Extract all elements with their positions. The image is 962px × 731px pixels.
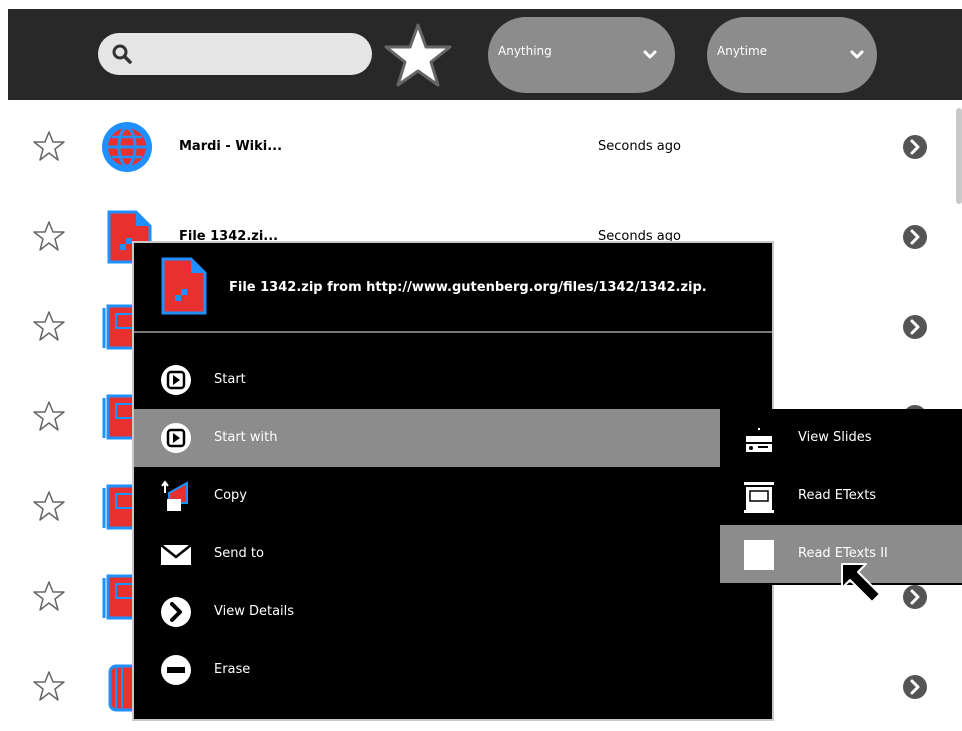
details-arrow-icon[interactable]: [902, 674, 928, 700]
star-icon[interactable]: [33, 310, 65, 342]
entry-palette: File 1342.zip from http://www.gutenberg.…: [134, 243, 772, 719]
submenu-item-label: Read ETexts II: [798, 546, 888, 561]
filter-when-combo[interactable]: Anytime: [707, 17, 877, 93]
star-icon[interactable]: [33, 580, 65, 612]
star-icon[interactable]: [33, 130, 65, 162]
menu-item-start[interactable]: Start: [134, 351, 772, 409]
envelope-icon: [160, 544, 192, 565]
slides-icon: [746, 428, 772, 452]
zip-file-icon: [161, 257, 207, 315]
star-icon[interactable]: [33, 400, 65, 432]
search-input[interactable]: [144, 41, 354, 67]
scrollbar[interactable]: [956, 108, 962, 204]
submenu-item-view-slides[interactable]: View Slides: [720, 409, 962, 467]
menu-item-label: Copy: [214, 488, 247, 503]
menu-item-label: Erase: [214, 662, 251, 677]
details-arrow-icon[interactable]: [902, 314, 928, 340]
chevron-down-icon: [848, 46, 866, 64]
submenu-item-read-etexts[interactable]: Read ETexts: [720, 467, 962, 525]
entry-title[interactable]: Mardi - Wiki...: [179, 139, 282, 154]
copy-icon: [161, 480, 188, 511]
filter-when-label: Anytime: [717, 44, 768, 58]
palette-header: File 1342.zip from http://www.gutenberg.…: [134, 243, 772, 331]
menu-item-copy[interactable]: Copy: [134, 467, 772, 525]
chevron-right-icon: [161, 597, 191, 627]
filter-what-label: Anything: [498, 44, 552, 58]
menu-item-label: View Details: [214, 604, 295, 619]
etexts-icon: [744, 482, 774, 513]
menu-item-label: Start: [214, 372, 246, 387]
journal-row[interactable]: Mardi - Wiki... Seconds ago: [8, 100, 962, 190]
star-icon[interactable]: [33, 490, 65, 522]
details-arrow-icon[interactable]: [902, 134, 928, 160]
mouse-cursor-icon: [841, 563, 881, 603]
play-icon: [161, 423, 191, 453]
palette-separator: [134, 331, 772, 333]
blank-icon: [744, 540, 774, 570]
menu-item-erase[interactable]: Erase: [134, 641, 772, 699]
favorites-star-icon[interactable]: [383, 22, 453, 88]
search-icon: [112, 44, 132, 64]
menu-item-label: Start with: [214, 430, 278, 445]
browse-activity-icon[interactable]: [100, 120, 154, 174]
entry-time: Seconds ago: [598, 139, 681, 154]
submenu-item-label: View Slides: [798, 430, 872, 445]
chevron-down-icon: [641, 46, 659, 64]
erase-icon: [161, 655, 191, 685]
details-arrow-icon[interactable]: [902, 584, 928, 610]
menu-item-start-with[interactable]: Start with: [134, 409, 772, 467]
star-icon[interactable]: [33, 670, 65, 702]
submenu-item-label: Read ETexts: [798, 488, 877, 503]
palette-title: File 1342.zip from http://www.gutenberg.…: [229, 280, 707, 295]
entry-time: Seconds ago: [598, 229, 681, 244]
star-icon[interactable]: [33, 220, 65, 252]
start-with-submenu: View Slides Read ETexts Read ETexts II: [720, 409, 962, 585]
details-arrow-icon[interactable]: [902, 224, 928, 250]
menu-item-view-details[interactable]: View Details: [134, 583, 772, 641]
search-field[interactable]: [98, 33, 372, 75]
menu-item-send-to[interactable]: Send to: [134, 525, 772, 583]
play-icon: [161, 365, 191, 395]
filter-what-combo[interactable]: Anything: [488, 17, 675, 93]
menu-item-label: Send to: [214, 546, 264, 561]
entry-title[interactable]: File 1342.zi...: [179, 229, 278, 244]
